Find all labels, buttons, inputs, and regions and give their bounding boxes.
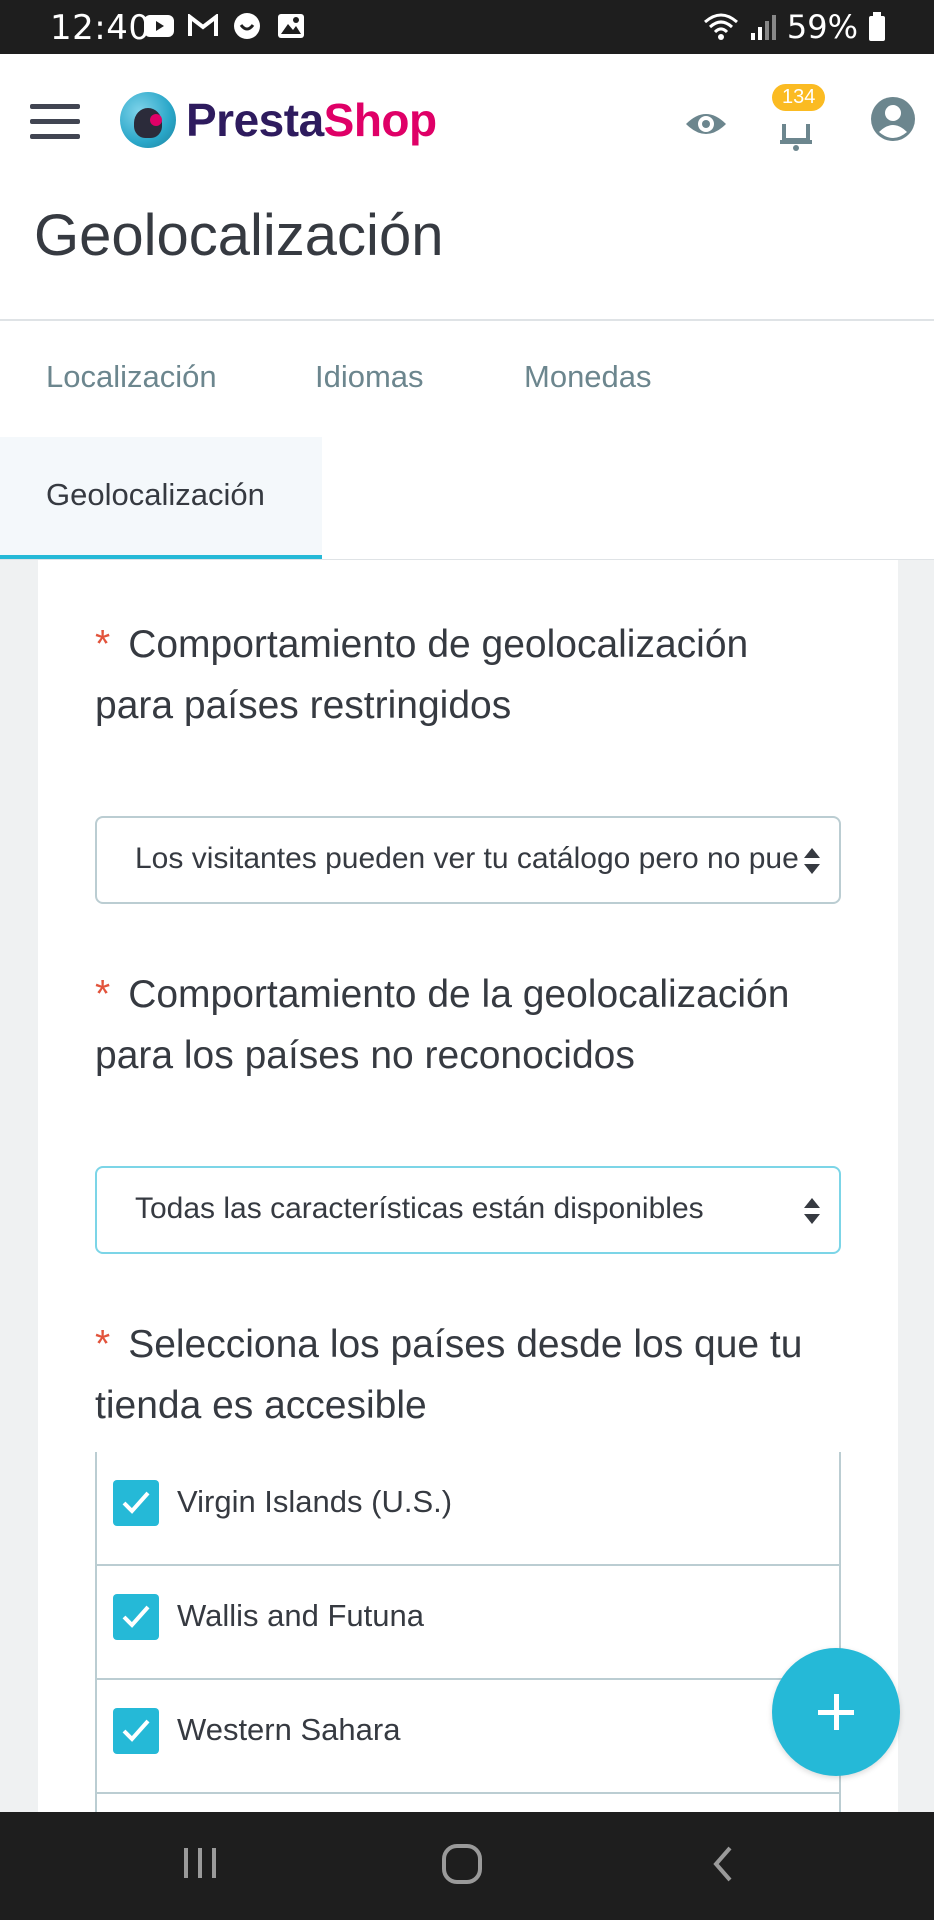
unrecognized-behavior-value: Todas las características están disponib…	[135, 1192, 704, 1225]
image-icon	[276, 12, 306, 40]
checkbox[interactable]	[113, 1708, 159, 1754]
battery-percent: 59%	[786, 8, 858, 46]
tab-idiomas[interactable]: Idiomas	[315, 359, 424, 395]
tabs-bar: Localización Idiomas Monedas Geolocaliza…	[0, 321, 934, 561]
face-icon	[232, 12, 262, 40]
checkbox[interactable]	[113, 1594, 159, 1640]
tab-geolocalizacion[interactable]: Geolocalización	[0, 437, 322, 561]
status-right: 59%	[703, 8, 886, 46]
checkmark-icon	[122, 1719, 150, 1742]
logo-text: PrestaShop	[186, 94, 437, 146]
required-mark: *	[95, 973, 111, 1016]
status-bar: 12:40 59%	[0, 0, 934, 54]
required-mark: *	[95, 1323, 111, 1366]
notifications-badge: 134	[772, 84, 826, 111]
back-icon[interactable]	[708, 1842, 738, 1886]
eye-icon[interactable]	[684, 102, 728, 146]
country-name: Wallis and Futuna	[177, 1598, 424, 1633]
page-title: Geolocalización	[34, 203, 444, 268]
country-name: Virgin Islands (U.S.)	[177, 1484, 453, 1519]
country-row[interactable]: Western Sahara	[97, 1680, 839, 1794]
menu-icon[interactable]	[30, 104, 80, 144]
countries-list: Virgin Islands (U.S.) Wallis and Futuna …	[95, 1452, 841, 1812]
unrecognized-behavior-select[interactable]: Todas las características están disponib…	[95, 1166, 841, 1254]
battery-icon	[869, 12, 885, 41]
unrecognized-behavior-label: * Comportamiento de la geolocalización pa…	[95, 973, 790, 1077]
status-time: 12:40	[50, 8, 151, 48]
recent-apps-icon[interactable]	[180, 1842, 220, 1882]
wifi-icon	[703, 13, 738, 40]
prestashop-logo[interactable]: PrestaShop	[120, 92, 437, 148]
checkbox[interactable]	[113, 1480, 159, 1526]
add-button[interactable]	[772, 1648, 900, 1776]
tab-geolocalizacion-label: Geolocalización	[46, 477, 265, 512]
checkmark-icon	[122, 1491, 150, 1514]
logo-mark-icon	[120, 92, 176, 148]
countries-label: * Selecciona los países desde los que tu …	[95, 1323, 803, 1427]
checkmark-icon	[122, 1605, 150, 1628]
gmail-icon	[188, 12, 218, 40]
user-account-icon[interactable]	[870, 96, 916, 142]
tab-monedas[interactable]: Monedas	[524, 359, 652, 395]
notification-icons	[144, 12, 306, 40]
select-arrows-icon	[804, 1198, 820, 1224]
restricted-behavior-select[interactable]: Los visitantes pueden ver tu catálogo pe…	[95, 816, 841, 904]
country-row[interactable]: Wallis and Futuna	[97, 1566, 839, 1680]
system-nav-bar	[0, 1812, 934, 1920]
required-mark: *	[95, 623, 111, 666]
home-icon[interactable]	[440, 1842, 484, 1886]
country-row[interactable]: Virgin Islands (U.S.)	[97, 1452, 839, 1566]
restricted-behavior-value: Los visitantes pueden ver tu catálogo pe…	[135, 842, 799, 875]
signal-icon	[750, 15, 776, 40]
select-arrows-icon	[804, 848, 820, 874]
youtube-icon	[144, 12, 174, 40]
restricted-behavior-label: * Comportamiento de geolocalización para …	[95, 623, 749, 727]
tab-localizacion[interactable]: Localización	[46, 359, 217, 395]
app-header: PrestaShop 134	[0, 54, 934, 189]
country-name: Western Sahara	[177, 1712, 401, 1747]
